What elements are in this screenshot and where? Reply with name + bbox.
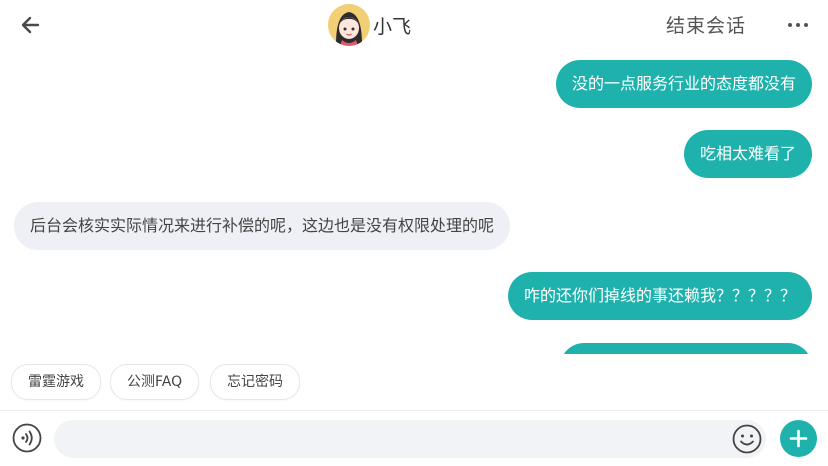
message-bubble-outgoing: 咋的还你们掉线的事还赖我？？？？？ [507,272,812,320]
message-bubble-outgoing [560,343,812,354]
message-bubble-outgoing: 没的一点服务行业的态度都没有 [555,60,812,108]
more-options-icon[interactable] [786,14,810,36]
end-session-button[interactable]: 结束会话 [666,11,746,38]
avatar-illustration-icon [328,4,370,46]
divider [0,410,828,411]
message-list[interactable]: 没的一点服务行业的态度都没有 吃相太难看了 后台会核实实际情况来进行补偿的呢，这… [0,50,828,354]
message-bubble-incoming: 后台会核实实际情况来进行补偿的呢，这边也是没有权限处理的呢 [14,202,511,250]
chat-header: 小飞 结束会话 [0,0,828,50]
message-bubble-outgoing: 吃相太难看了 [683,130,812,178]
emoji-icon[interactable] [732,424,762,454]
add-attachment-button[interactable] [780,420,817,457]
message-input[interactable] [70,420,714,460]
plus-icon [789,429,808,448]
quick-reply-chip[interactable]: 雷霆游戏 [11,364,101,400]
message-input-box[interactable] [54,420,766,460]
quick-reply-chip[interactable]: 公测FAQ [110,364,200,400]
chat-title-group: 小飞 [328,4,411,46]
quick-reply-chip[interactable]: 忘记密码 [210,364,300,400]
avatar [328,4,370,46]
voice-input-icon[interactable] [12,423,42,453]
back-arrow-icon[interactable] [18,12,44,38]
chat-title: 小飞 [373,15,412,38]
quick-reply-bar: 雷霆游戏 公测FAQ 忘记密码 [0,364,828,400]
